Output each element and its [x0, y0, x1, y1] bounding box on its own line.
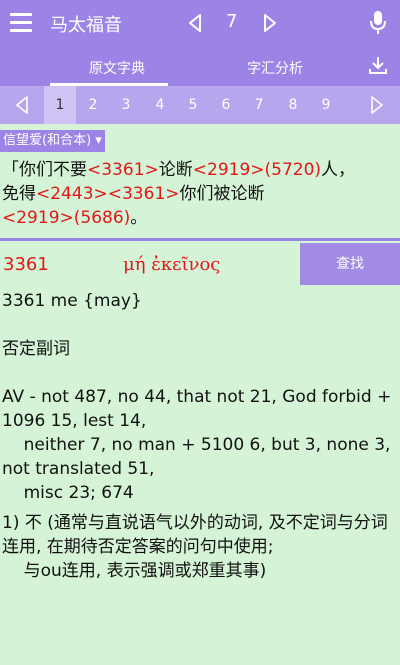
verse-number[interactable]: 3 — [110, 86, 142, 124]
next-chapter-icon[interactable] — [262, 13, 278, 33]
verse-number[interactable]: 6 — [210, 86, 242, 124]
verse-number[interactable]: 4 — [144, 86, 176, 124]
strong-reference-link[interactable]: <3361> — [87, 160, 159, 180]
verse-number[interactable]: 1 — [44, 86, 76, 124]
book-title[interactable]: 马太福音 — [50, 11, 122, 37]
strong-number: 3361 — [3, 254, 49, 275]
verse-number[interactable]: 7 — [243, 86, 275, 124]
verse-number[interactable]: 9 — [310, 86, 342, 124]
strong-reference-link[interactable]: <2919>(5720) — [193, 160, 321, 180]
bible-version-dropdown[interactable]: 信望爱(和合本) ▾ — [0, 130, 105, 152]
microphone-icon[interactable] — [368, 10, 388, 36]
menu-icon[interactable] — [10, 13, 32, 33]
previous-verses-icon[interactable] — [15, 96, 29, 114]
verse-segment: 「你们不要 — [2, 160, 87, 180]
verse-text: 「你们不要<3361>论断<2919>(5720)人， 免得<2443><3361… — [2, 158, 398, 230]
verse-segment: 你们被论断 — [179, 184, 265, 204]
verse-number[interactable]: 8 — [277, 86, 309, 124]
download-icon[interactable] — [367, 54, 389, 76]
tab-word-analysis[interactable]: 字汇分析 — [247, 58, 303, 78]
previous-chapter-icon[interactable] — [187, 13, 203, 33]
search-button[interactable]: 查找 — [300, 243, 400, 285]
greek-word: μή ἐκεῖνος — [123, 254, 221, 275]
verse-number[interactable]: 5 — [177, 86, 209, 124]
definition-meaning: 1) 不 (通常与直说语气以外的动词, 及不定词与分词连用, 在期待否定答案的问… — [2, 513, 388, 581]
next-verses-icon[interactable] — [370, 96, 384, 114]
tab-dictionary[interactable]: 原文字典 — [89, 58, 145, 78]
top-app-bar: 马太福音 7 — [0, 0, 400, 46]
strong-reference-link[interactable]: <2919>(5686) — [2, 208, 130, 228]
tab-bar: 原文字典 字汇分析 — [0, 46, 400, 86]
part-of-speech: 否定副词 — [2, 339, 70, 359]
usage-counts: AV - not 487, no 44, that not 21, God fo… — [2, 387, 392, 503]
strong-reference-link[interactable]: <2443><3361> — [36, 184, 180, 204]
verse-segment: 论断 — [158, 160, 193, 180]
chapter-number[interactable]: 7 — [226, 11, 237, 32]
verse-segment: 。 — [130, 208, 148, 228]
verse-navigator: 1 2 3 4 5 6 7 8 9 — [0, 86, 400, 124]
section-divider — [0, 238, 400, 241]
definition-heading: 3361 me {may} — [2, 291, 142, 311]
verse-number[interactable]: 2 — [77, 86, 109, 124]
verse-segment: 免得 — [2, 184, 36, 204]
verse-segment: 人， — [321, 160, 356, 180]
